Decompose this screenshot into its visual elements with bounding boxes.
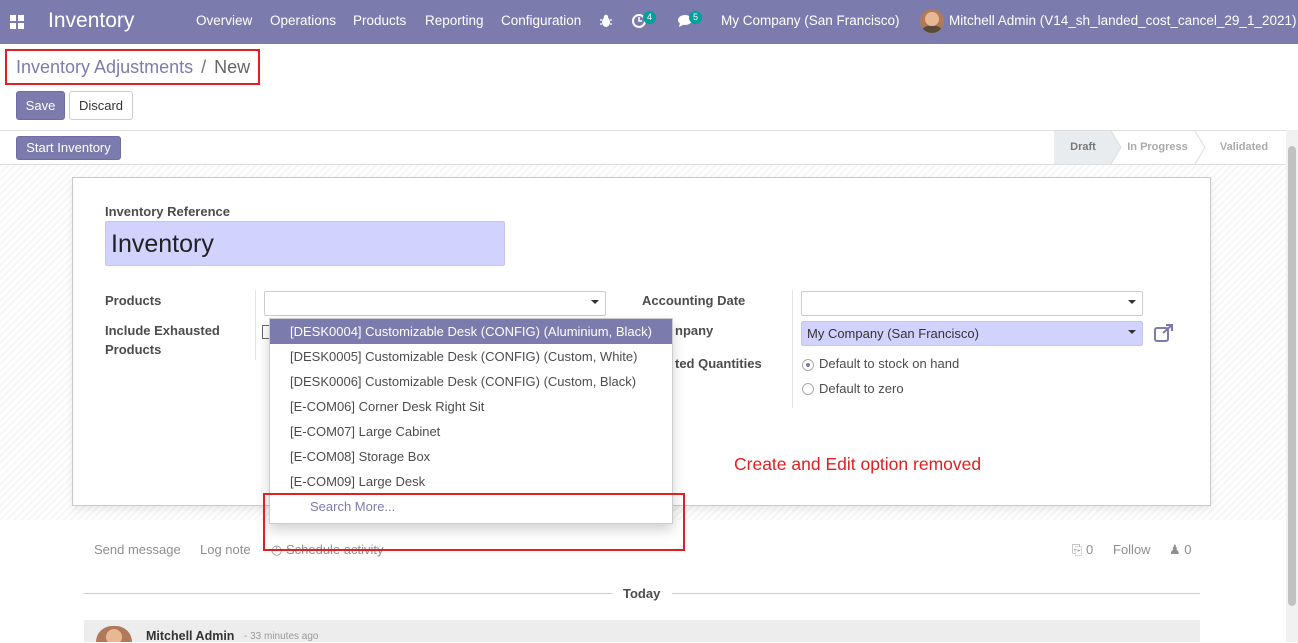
discard-button[interactable]: Discard bbox=[69, 91, 133, 120]
message-author[interactable]: Mitchell Admin bbox=[146, 629, 234, 643]
user-icon: ♟ bbox=[1169, 542, 1181, 557]
inventory-reference-label: Inventory Reference bbox=[105, 204, 230, 219]
menu-operations[interactable]: Operations bbox=[270, 13, 336, 28]
followers-button[interactable]: ♟ 0 bbox=[1169, 542, 1192, 558]
apps-menu-icon[interactable] bbox=[10, 15, 24, 29]
today-label: Today bbox=[623, 586, 661, 601]
status-step-in-progress[interactable]: In Progress bbox=[1120, 131, 1195, 164]
radio-zero[interactable] bbox=[802, 383, 814, 395]
label-divider-left bbox=[255, 290, 256, 360]
annotation-text: Create and Edit option removed bbox=[734, 454, 982, 474]
dropdown-item[interactable]: [DESK0005] Customizable Desk (CONFIG) (C… bbox=[270, 344, 672, 369]
menu-overview[interactable]: Overview bbox=[196, 13, 252, 28]
radio-stock-on-hand-label[interactable]: Default to stock on hand bbox=[819, 356, 959, 371]
dropdown-item[interactable]: [E-COM08] Storage Box bbox=[270, 444, 672, 469]
followers-count: 0 bbox=[1184, 542, 1192, 557]
dropdown-item[interactable]: [E-COM06] Corner Desk Right Sit bbox=[270, 394, 672, 419]
avatar[interactable] bbox=[920, 9, 944, 33]
dropdown-item[interactable]: [DESK0006] Customizable Desk (CONFIG) (C… bbox=[270, 369, 672, 394]
label-divider-right bbox=[792, 290, 793, 408]
breadcrumb-current: New bbox=[214, 57, 251, 77]
message-count-badge: 5 bbox=[689, 11, 703, 24]
company-switcher[interactable]: My Company (San Francisco) bbox=[721, 13, 900, 28]
status-arrow-2 bbox=[1195, 131, 1206, 164]
status-step-draft[interactable]: Draft bbox=[1054, 131, 1112, 164]
breadcrumb: Inventory Adjustments / New bbox=[16, 57, 250, 78]
attachments-count: 0 bbox=[1086, 542, 1094, 557]
accounting-date-label: Accounting Date bbox=[642, 293, 746, 308]
user-menu[interactable]: Mitchell Admin (V14_sh_landed_cost_cance… bbox=[949, 13, 1297, 28]
today-divider-left bbox=[84, 593, 612, 594]
dropdown-item[interactable]: [E-COM09] Large Desk bbox=[270, 469, 672, 494]
menu-products[interactable]: Products bbox=[353, 13, 406, 28]
follow-button[interactable]: Follow bbox=[1113, 542, 1151, 557]
log-note-button[interactable]: Log note bbox=[200, 542, 251, 557]
debug-bug-icon[interactable] bbox=[600, 14, 612, 31]
external-link-icon[interactable] bbox=[1154, 324, 1174, 345]
breadcrumb-parent[interactable]: Inventory Adjustments bbox=[16, 57, 193, 77]
top-navbar: Inventory Overview Operations Products R… bbox=[0, 0, 1298, 44]
company-label: npany bbox=[675, 323, 714, 338]
menu-configuration[interactable]: Configuration bbox=[501, 13, 581, 28]
products-label: Products bbox=[105, 293, 162, 308]
status-step-validated[interactable]: Validated bbox=[1210, 131, 1278, 164]
search-more-highlight-box bbox=[263, 493, 685, 551]
paperclip-icon: ⎘ bbox=[1072, 542, 1083, 557]
menu-reporting[interactable]: Reporting bbox=[425, 13, 484, 28]
activity-count-badge: 4 bbox=[643, 11, 657, 24]
message-time: - 33 minutes ago bbox=[244, 631, 319, 642]
send-message-button[interactable]: Send message bbox=[94, 542, 181, 557]
dropdown-item[interactable]: [DESK0004] Customizable Desk (CONFIG) (A… bbox=[270, 319, 672, 344]
products-select[interactable] bbox=[264, 291, 606, 316]
dropdown-item[interactable]: [E-COM07] Large Cabinet bbox=[270, 419, 672, 444]
statusbar: Start Inventory Draft In Progress Valida… bbox=[0, 130, 1298, 165]
app-name[interactable]: Inventory bbox=[48, 9, 134, 33]
include-exhausted-label-line2: Products bbox=[105, 342, 162, 357]
scrollbar-thumb[interactable] bbox=[1288, 146, 1296, 606]
radio-stock-on-hand[interactable] bbox=[802, 359, 814, 371]
counted-quantities-label: ted Quantities bbox=[675, 356, 762, 371]
attachments-button[interactable]: ⎘ 0 bbox=[1072, 542, 1093, 558]
company-value: My Company (San Francisco) bbox=[807, 326, 979, 341]
company-select[interactable]: My Company (San Francisco) bbox=[801, 321, 1143, 346]
chevron-down-icon bbox=[591, 300, 599, 304]
save-button[interactable]: Save bbox=[16, 91, 65, 120]
chevron-down-icon bbox=[1128, 330, 1136, 334]
accounting-date-input[interactable] bbox=[801, 291, 1143, 316]
inventory-reference-value: Inventory bbox=[111, 230, 214, 258]
today-divider-right bbox=[672, 593, 1200, 594]
breadcrumb-separator: / bbox=[201, 57, 207, 77]
start-inventory-button[interactable]: Start Inventory bbox=[16, 136, 121, 160]
chevron-down-icon bbox=[1128, 300, 1136, 304]
inventory-reference-input[interactable]: Inventory bbox=[105, 221, 505, 266]
include-exhausted-label: Include Exhausted bbox=[105, 323, 220, 338]
radio-zero-label[interactable]: Default to zero bbox=[819, 381, 904, 396]
